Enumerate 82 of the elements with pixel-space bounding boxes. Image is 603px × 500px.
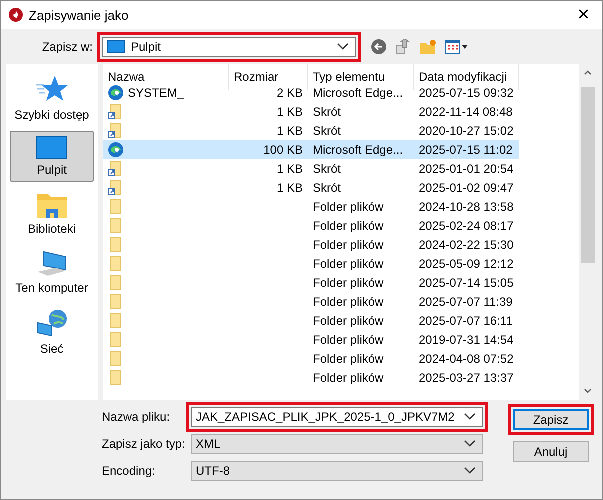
field-label: Zapisz jako typ: (101, 437, 186, 451)
date-cell-text: 2025-05-09 12:12 (418, 256, 515, 272)
location-dropdown[interactable]: Pulpit (102, 36, 356, 56)
desktop-icon (107, 40, 125, 53)
type-cell-text: Folder plików (312, 370, 385, 386)
type-cell-text: Skrót (312, 104, 342, 120)
folder-icon (36, 191, 68, 219)
back-icon[interactable] (371, 38, 387, 54)
date-cell-text: 2025-01-01 20:54 (418, 160, 515, 178)
desktop-icon (36, 136, 68, 160)
file-icon (108, 198, 124, 214)
field-label: Nazwa pliku: (101, 410, 172, 424)
date-cell-text: 2025-07-07 16:11 (418, 312, 514, 330)
date-cell-text: 2024-04-08 07:52 (418, 350, 515, 368)
sidebar-item[interactable]: Ten komputer (10, 245, 94, 300)
file-icon (108, 256, 124, 272)
file-icon (108, 370, 124, 386)
date-cell-text: 2025-03-27 13:37 (418, 370, 515, 386)
browser-icon (108, 142, 124, 158)
shortcut-icon (108, 104, 124, 120)
date-cell-text: 2025-07-07 11:39 (418, 294, 514, 310)
column-header[interactable]: Data modyfikacji (414, 64, 519, 90)
date-cell-text: 2025-02-24 08:17 (418, 218, 515, 234)
scroll-up-icon[interactable] (584, 70, 592, 75)
file-icon (108, 312, 124, 328)
date-cell-text: 2024-10-28 13:58 (418, 198, 515, 216)
size-cell-text: 1 KB (276, 122, 304, 140)
size-cell-text: 1 KB (276, 160, 304, 178)
column-header[interactable]: Rozmiar (229, 64, 308, 90)
date-cell-text: 2024-02-22 15:30 (418, 236, 515, 254)
sidebar-item[interactable]: Biblioteki (10, 186, 94, 241)
type-cell-text: Folder plików (312, 218, 385, 234)
file-name-field[interactable]: JAK_ZAPISAC_PLIK_JPK_2025-1_0_JPKV7M2 (191, 407, 483, 427)
type-cell-text: Skrót (312, 122, 342, 140)
date-cell-text: 2025-01-02 09:47 (418, 180, 515, 196)
type-cell-text: Folder plików (312, 236, 385, 254)
close-button[interactable]: ✕ (573, 5, 594, 25)
type-cell-text: Folder plików (312, 350, 385, 368)
browser-icon (108, 84, 124, 100)
scroll-down-icon[interactable] (584, 389, 592, 394)
type-cell-text: Skrót (312, 160, 342, 178)
date-cell-text: 2020-10-27 15:02 (418, 122, 515, 140)
sidebar-item[interactable]: Sieć (10, 304, 94, 361)
size-cell-text: 1 KB (276, 104, 304, 120)
type-cell-text: Folder plików (312, 274, 385, 292)
date-cell-text: 2022-11-14 08:48 (418, 104, 514, 120)
file-icon (108, 332, 124, 348)
file-icon (108, 236, 124, 252)
sidebar-item[interactable]: Szybki dostęp (10, 70, 94, 127)
type-cell-text: Folder plików (312, 198, 385, 216)
new-folder-icon[interactable] (419, 38, 437, 54)
app-icon (9, 8, 23, 22)
date-cell: 2025-07-15 11:02 (414, 140, 519, 159)
shortcut-icon (108, 160, 124, 176)
computer-icon (36, 250, 68, 278)
type-cell-text: Folder plików (312, 332, 385, 348)
shortcut-icon (108, 180, 124, 196)
date-cell-text: 2019-07-31 14:54 (418, 332, 515, 348)
sidebar-item[interactable]: Pulpit (10, 131, 94, 182)
type-cell-text: Folder plików (312, 312, 385, 330)
dropdown-field[interactable]: XML (191, 434, 483, 454)
field-label: Encoding: (101, 464, 156, 478)
size-cell-text: 1 KB (276, 180, 304, 196)
network-icon (36, 309, 68, 339)
up-folder-icon[interactable] (395, 38, 411, 54)
type-cell-text: Skrót (312, 180, 342, 196)
type-cell-text: Folder plików (312, 256, 385, 272)
size-cell: 100 KB (229, 140, 308, 159)
file-icon (108, 274, 124, 290)
file-icon (108, 294, 124, 310)
dialog-button[interactable]: Zapisz (513, 409, 589, 430)
shortcut-icon (108, 122, 124, 138)
dialog-button[interactable]: Anuluj (513, 441, 589, 462)
file-icon (108, 350, 124, 366)
type-cell-text: Folder plików (312, 294, 385, 310)
file-icon (108, 218, 124, 234)
dropdown-field[interactable]: UTF-8 (191, 461, 483, 481)
view-menu-icon[interactable] (445, 38, 469, 54)
date-cell-text: 2025-07-14 15:05 (418, 274, 515, 292)
type-cell: Microsoft Edge... (308, 140, 414, 159)
window-title: Zapisywanie jako (29, 8, 130, 22)
save-in-label: Zapisz w: (41, 40, 94, 54)
